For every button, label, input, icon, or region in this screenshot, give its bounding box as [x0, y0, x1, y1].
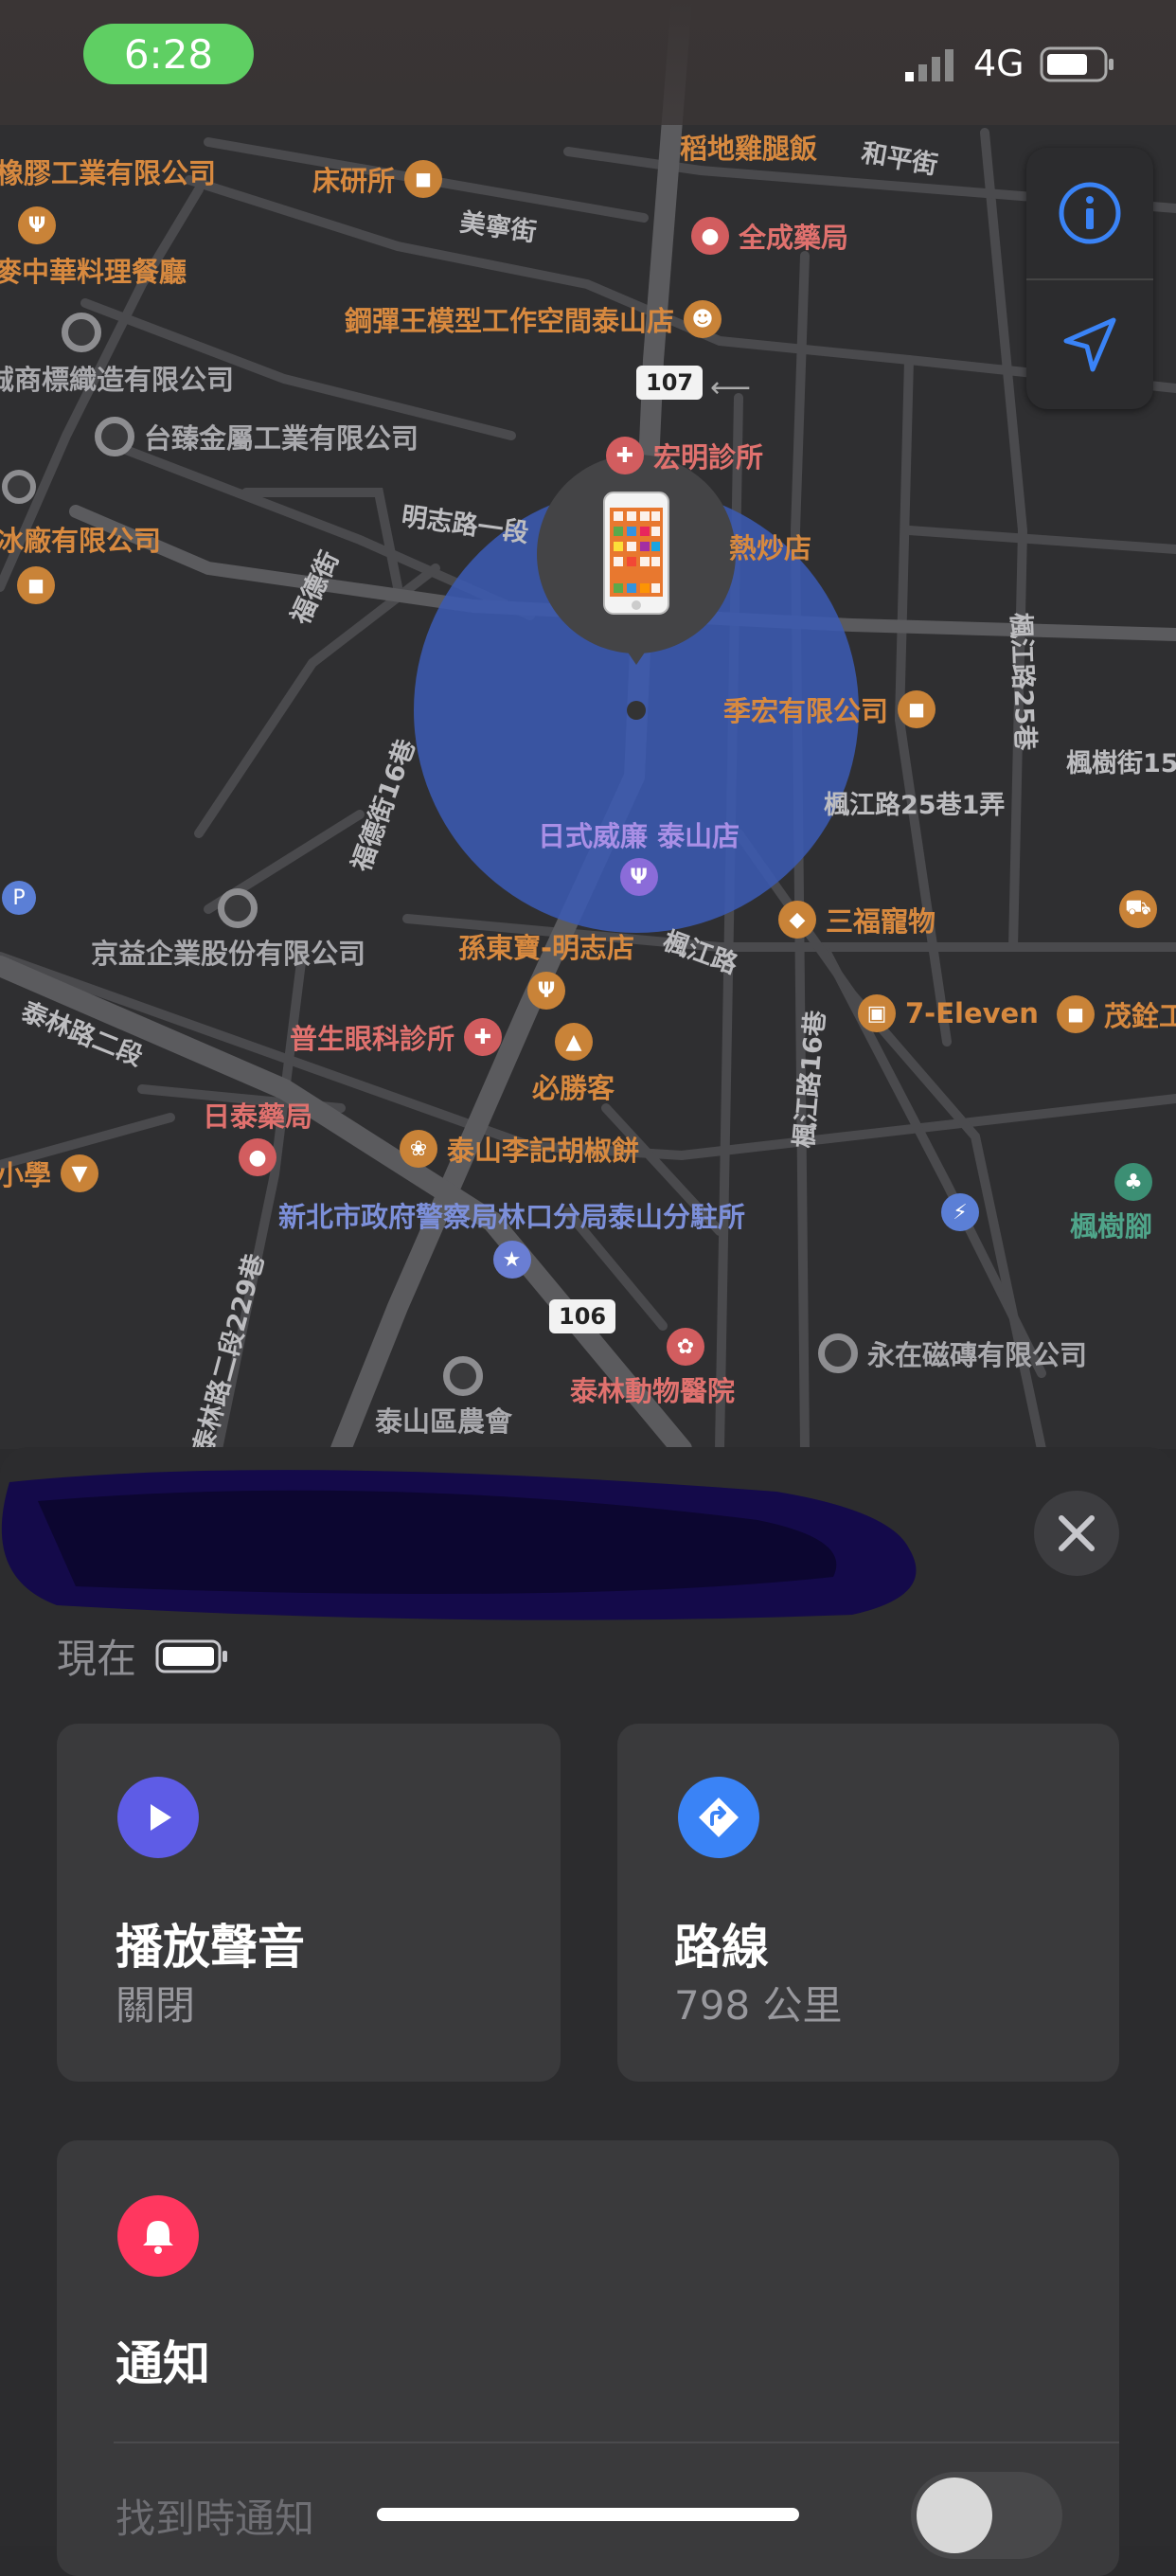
briefcase-icon: ◼	[404, 160, 443, 198]
signal-icon	[905, 49, 953, 81]
last-updated: 現在	[57, 1627, 229, 1685]
street-label: 楓樹街15	[1066, 749, 1176, 778]
network-type: 4G	[973, 43, 1025, 84]
place-dot-icon	[818, 1333, 858, 1373]
directions-title: 路線	[674, 1920, 769, 1975]
info-button[interactable]	[1026, 148, 1153, 278]
poi-6[interactable]: 季宏有限公司 ◼	[723, 689, 936, 729]
notify-when-found-label: 找到時通知	[116, 2496, 315, 2542]
poi-13[interactable]: 普生眼科診所 ✚	[290, 1017, 503, 1057]
place-dot-icon	[95, 417, 134, 456]
poi-5[interactable]: 熱炒店	[729, 527, 811, 566]
poi-17[interactable]: 新北市政府警察局林口分局泰山分駐所 ★	[278, 1195, 745, 1279]
poi-11[interactable]: ◼ 茂銓工	[1057, 994, 1176, 1034]
street-label: 楓江路25巷1弄	[824, 791, 1006, 820]
place-dot-icon	[442, 1356, 483, 1396]
stethoscope-icon: ✚	[464, 1018, 503, 1056]
poi-12[interactable]: 京益企業股份有限公司	[91, 888, 365, 972]
last-updated-text: 現在	[57, 1636, 137, 1682]
notify-when-found-toggle[interactable]	[911, 2472, 1062, 2559]
map-view[interactable]: 稻地雞腿飯 床研所 ◼ ● 全成藥局 鋼彈王模型工作空間泰山店 ☻ ✚ 宏明診所 熱炒店…	[0, 0, 1176, 1449]
play-sound-status: 關閉	[116, 1982, 196, 2029]
device-pin[interactable]	[532, 455, 740, 691]
poi-1[interactable]: 床研所 ◼	[312, 159, 443, 199]
fork-knife-icon: Ψ	[18, 206, 57, 244]
poi-22[interactable]: 台臻金屬工業有限公司	[95, 417, 419, 456]
close-icon	[1059, 1515, 1095, 1551]
status-time: 6:28	[83, 24, 254, 84]
notifications-title: 通知	[116, 2336, 210, 2391]
bell-icon	[117, 2195, 199, 2277]
play-icon	[117, 1777, 199, 1858]
redacted-device-name	[1, 1470, 917, 1620]
cart-icon[interactable]: ⛟	[1119, 890, 1157, 928]
info-icon	[1059, 182, 1121, 244]
play-sound-title: 播放聲音	[116, 1920, 305, 1975]
poi-23[interactable]: 誠商標織造有限公司	[0, 313, 234, 398]
poi-7[interactable]: 日式威廉 泰山店 Ψ	[538, 814, 739, 896]
toggle-knob	[917, 2478, 992, 2553]
pet-icon: ◆	[778, 901, 816, 939]
stethoscope-icon: ✚	[606, 437, 644, 474]
bread-icon: ❀	[400, 1130, 437, 1168]
poi-8[interactable]: ◆ 三福寵物	[778, 900, 935, 939]
directions-icon	[678, 1777, 759, 1858]
poi-19[interactable]: ✿ 泰林動物醫院	[570, 1328, 735, 1409]
battery-icon	[1040, 46, 1114, 82]
play-sound-card[interactable]: 播放聲音 關閉	[57, 1724, 561, 2082]
poi-15[interactable]: 日泰藥局 ●	[203, 1095, 312, 1176]
poi-10[interactable]: ▣ 7-Eleven	[858, 994, 1039, 1032]
poi-24[interactable]: Ψ 麥中華料理餐廳	[0, 206, 187, 290]
poi-21[interactable]: ♣ 楓樹腳	[1070, 1163, 1153, 1244]
directions-distance: 798 公里	[674, 1982, 843, 2029]
poi-2[interactable]: ● 全成藥局	[691, 216, 848, 256]
poi-16[interactable]: ❀ 泰山李記胡椒餅	[400, 1129, 639, 1169]
poi-27[interactable]: 小學 ▼	[0, 1154, 99, 1193]
locate-button[interactable]	[1026, 280, 1153, 411]
poi-14[interactable]: ▲ 必勝客	[532, 1023, 615, 1106]
tree-icon: ♣	[1114, 1163, 1153, 1201]
place-dot-icon	[218, 888, 258, 928]
location-arrow-icon	[1063, 317, 1116, 372]
robot-icon: ☻	[684, 300, 722, 338]
fork-knife-icon: Ψ	[619, 858, 658, 896]
police-badge-icon: ★	[492, 1241, 531, 1279]
place-dot-icon[interactable]	[2, 470, 36, 504]
pizza-icon: ▲	[555, 1023, 593, 1061]
route-shield: 107	[636, 366, 704, 400]
poi-4[interactable]: ✚ 宏明診所	[606, 436, 763, 475]
paw-icon: ✿	[667, 1328, 704, 1366]
home-indicator[interactable]	[377, 2508, 799, 2521]
divider	[114, 2442, 1119, 2443]
route-shield: 106	[549, 1299, 616, 1333]
poi-3[interactable]: 鋼彈王模型工作空間泰山店 ☻	[345, 299, 722, 339]
parking-icon[interactable]: P	[2, 881, 36, 915]
status-bar: 6:28 4G	[0, 0, 1176, 125]
place-dot-icon	[62, 313, 102, 352]
briefcase-icon: ◼	[17, 566, 55, 604]
device-battery-icon	[155, 1639, 228, 1673]
pill-icon: ●	[691, 217, 729, 255]
poi-26[interactable]: 冰廠有限公司 ◼	[0, 519, 161, 604]
street-label: 楓江路25巷	[1005, 612, 1040, 751]
map-controls	[1026, 148, 1153, 409]
briefcase-icon: ◼	[898, 690, 936, 728]
poi-25[interactable]: 橡膠工業有限公司	[0, 152, 216, 191]
poi-0[interactable]: 稻地雞腿飯	[680, 127, 817, 167]
directions-card[interactable]: 路線 798 公里	[617, 1724, 1119, 2082]
poi-9[interactable]: 孫東寶-明志店 Ψ	[458, 926, 634, 1010]
store-icon: ▣	[858, 994, 896, 1032]
graduation-cap-icon: ▼	[61, 1154, 99, 1192]
pill-icon: ●	[239, 1138, 276, 1176]
close-button[interactable]	[1034, 1491, 1119, 1576]
fork-knife-icon: Ψ	[527, 972, 566, 1010]
poi-18[interactable]: 永在磁磚有限公司	[818, 1333, 1087, 1373]
ev-charger-icon[interactable]: ⚡	[941, 1193, 979, 1231]
briefcase-icon: ◼	[1057, 995, 1095, 1033]
one-way-arrow-icon: ⟵	[710, 371, 752, 404]
poi-20[interactable]: 泰山區農會	[375, 1356, 512, 1440]
